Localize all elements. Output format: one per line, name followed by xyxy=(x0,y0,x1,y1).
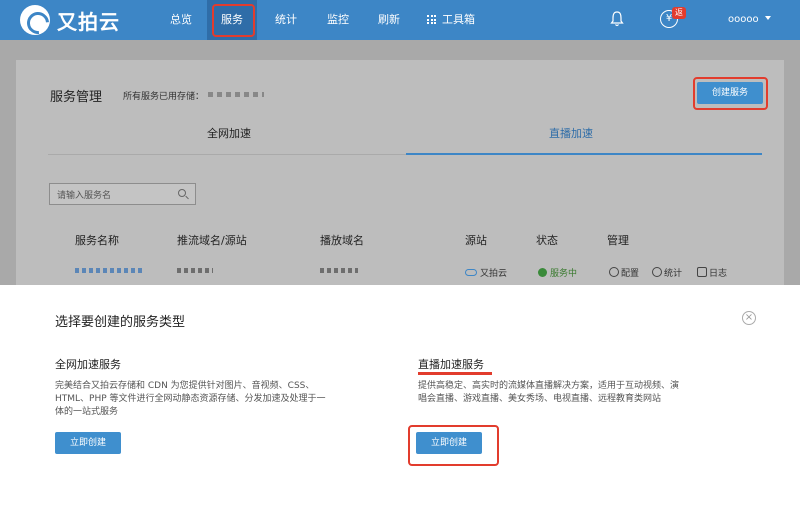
option-live-desc-line: 唱会直播、游戏直播、美女秀场、电视直播、远程教育类网站 xyxy=(418,394,662,404)
tab-live[interactable]: 直播加速 xyxy=(549,125,593,141)
status-value: 服务中 xyxy=(550,269,578,279)
status-cell: 服务中 xyxy=(538,266,577,279)
nav-item-stats[interactable]: 统计 xyxy=(270,0,302,40)
stats-label: 统计 xyxy=(664,269,683,279)
page-title: 服务管理 xyxy=(50,90,103,105)
create-cdn-button[interactable]: 立即创建 xyxy=(55,432,121,454)
grid-icon xyxy=(427,15,436,24)
push-domain-redacted xyxy=(177,268,213,273)
col-origin: 源站 xyxy=(465,234,487,247)
play-domain-redacted xyxy=(320,268,358,273)
top-nav: 又拍云 总览 服务 统计 监控 刷新 工具箱 ¥ 返 ooooo xyxy=(0,0,800,40)
cloud-icon xyxy=(465,269,477,276)
option-cdn-desc: 完美结合又拍云存储和 CDN 为您提供针对图片、音视频、CSS、 HTML、PH… xyxy=(55,380,326,419)
option-live-desc: 提供高稳定、高实时的流媒体直播解决方案，适用于互动视频、演 唱会直播、游戏直播、… xyxy=(418,380,679,406)
upyun-logo-icon xyxy=(20,5,50,35)
stats-action[interactable]: 统计 xyxy=(652,266,682,279)
brand-name: 又拍云 xyxy=(57,9,120,34)
col-status: 状态 xyxy=(536,234,558,247)
option-live-highlight xyxy=(418,372,492,375)
nav-item-monitor[interactable]: 监控 xyxy=(322,0,354,40)
option-live-title: 直播加速服务 xyxy=(418,358,484,371)
logo[interactable]: 又拍云 xyxy=(20,5,120,35)
bell-icon[interactable] xyxy=(610,11,624,27)
search-icon[interactable] xyxy=(178,189,186,197)
tab-active-indicator xyxy=(406,153,762,155)
modal-title: 选择要创建的服务类型 xyxy=(55,315,186,330)
chevron-down-icon xyxy=(764,16,771,20)
check-icon xyxy=(538,268,547,277)
chart-icon xyxy=(652,267,662,277)
close-icon[interactable]: × xyxy=(742,311,756,325)
search-input[interactable]: 请输入服务名 xyxy=(49,183,196,205)
services-highlight xyxy=(212,4,255,37)
origin-value: 又拍云 xyxy=(480,269,508,279)
col-manage: 管理 xyxy=(607,234,629,247)
service-name-redacted[interactable] xyxy=(75,268,145,273)
option-cdn-title: 全网加速服务 xyxy=(55,358,121,371)
nav-item-refresh[interactable]: 刷新 xyxy=(373,0,405,40)
col-play-domain: 播放域名 xyxy=(320,234,364,247)
col-push-domain: 推流域名/源站 xyxy=(177,234,247,247)
nav-item-toolbox[interactable]: 工具箱 xyxy=(425,0,477,40)
log-action[interactable]: 日志 xyxy=(697,266,727,279)
config-action[interactable]: 配置 xyxy=(609,266,639,279)
option-cdn-desc-line: 完美结合又拍云存储和 CDN 为您提供针对图片、音视频、CSS、 xyxy=(55,381,315,391)
rebate-badge: 返 xyxy=(672,7,686,19)
toolbox-label: 工具箱 xyxy=(442,13,475,26)
search-placeholder: 请输入服务名 xyxy=(57,191,112,201)
config-label: 配置 xyxy=(621,269,640,279)
user-menu[interactable]: ooooo xyxy=(728,0,771,40)
col-service-name: 服务名称 xyxy=(75,234,119,247)
create-service-highlight xyxy=(693,77,768,110)
create-live-highlight xyxy=(408,425,499,466)
storage-value-redacted xyxy=(208,92,264,97)
origin-cell: 又拍云 xyxy=(465,266,507,279)
log-label: 日志 xyxy=(709,269,728,279)
option-cdn-desc-line: 体的一站式服务 xyxy=(55,407,119,417)
log-icon xyxy=(697,267,707,277)
storage-label: 所有服务已用存储： xyxy=(123,92,205,102)
option-live-desc-line: 提供高稳定、高实时的流媒体直播解决方案，适用于互动视频、演 xyxy=(418,381,680,391)
option-cdn-desc-line: HTML、PHP 等文件进行全网动静态资源存储、分发加速及处理于一 xyxy=(55,394,326,404)
user-name: ooooo xyxy=(728,14,759,25)
tab-cdn[interactable]: 全网加速 xyxy=(207,125,251,141)
nav-item-overview[interactable]: 总览 xyxy=(165,0,197,40)
gear-icon xyxy=(609,267,619,277)
